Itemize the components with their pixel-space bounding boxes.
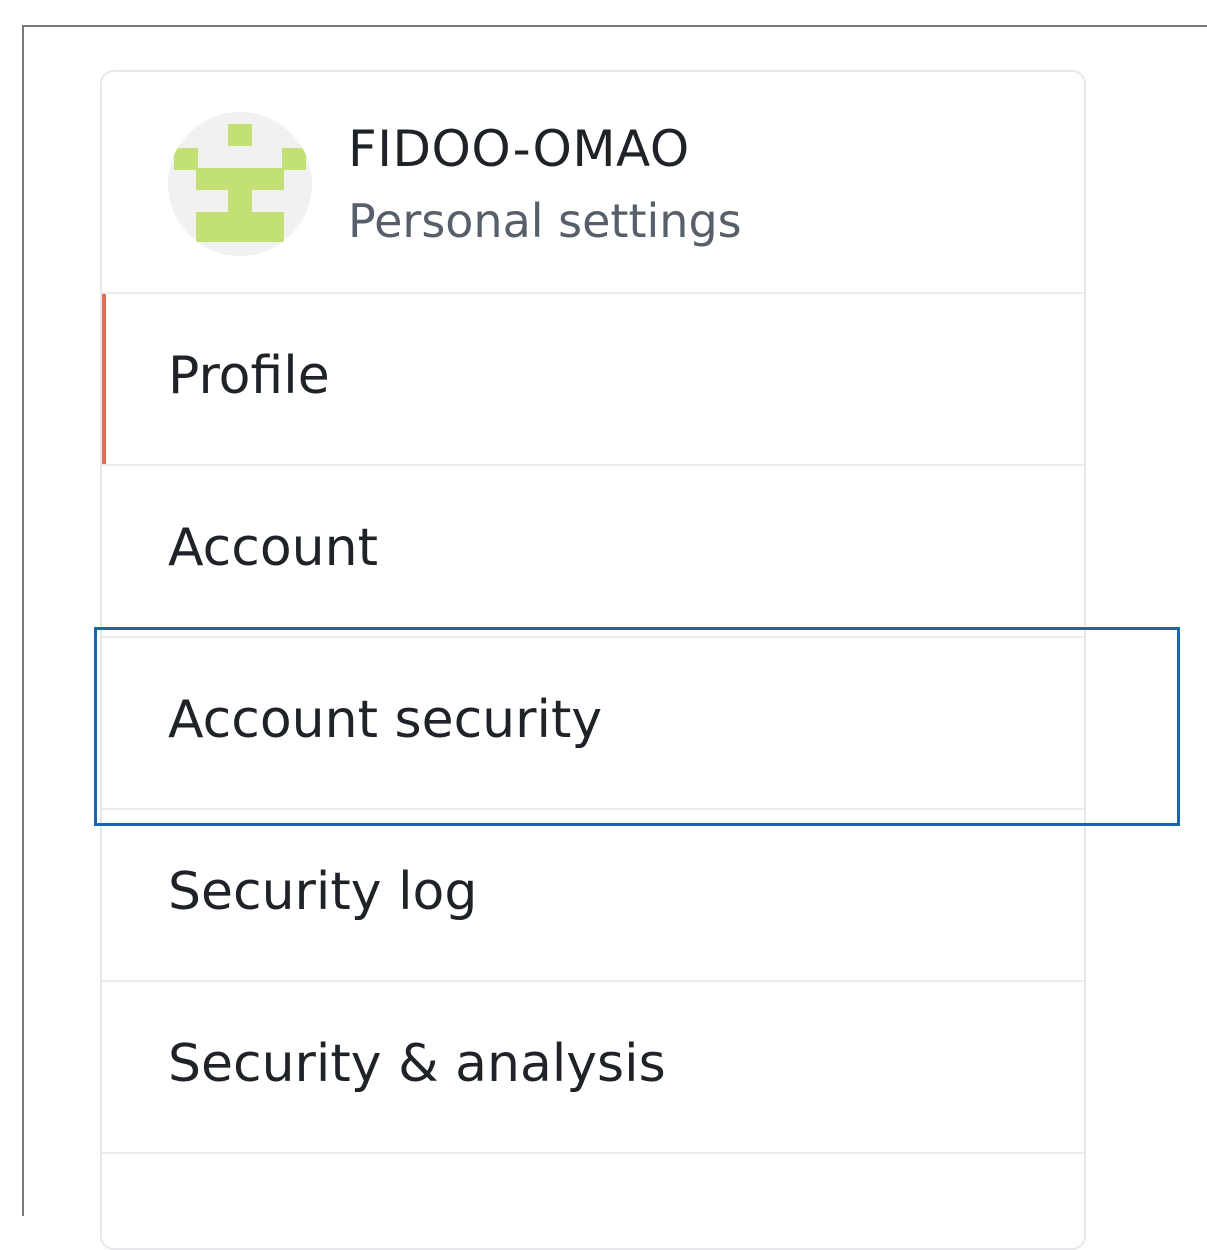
sidebar-item-profile[interactable]: Profile — [102, 294, 1084, 466]
sidebar-item-security-log[interactable]: Security log — [102, 810, 1084, 982]
sidebar-item-security-analysis[interactable]: Security & analysis — [102, 982, 1084, 1154]
settings-sidebar-menu: FIDOO-OMAO Personal settings Profile Acc… — [100, 70, 1086, 1250]
sidebar-item-label: Account security — [168, 690, 603, 750]
settings-subtitle: Personal settings — [348, 194, 742, 248]
sidebar-item-label: Security log — [168, 862, 478, 922]
sidebar-item-account-security[interactable]: Account security — [102, 638, 1084, 810]
settings-menu-header: FIDOO-OMAO Personal settings — [102, 72, 1084, 294]
sidebar-item-account[interactable]: Account — [102, 466, 1084, 638]
sidebar-item-label: Security & analysis — [168, 1034, 666, 1094]
identicon-icon — [168, 112, 312, 256]
account-name[interactable]: FIDOO-OMAO — [348, 120, 690, 178]
avatar[interactable] — [168, 112, 312, 256]
sidebar-item-label: Account — [168, 518, 378, 578]
sidebar-item-label: Profile — [168, 346, 330, 406]
